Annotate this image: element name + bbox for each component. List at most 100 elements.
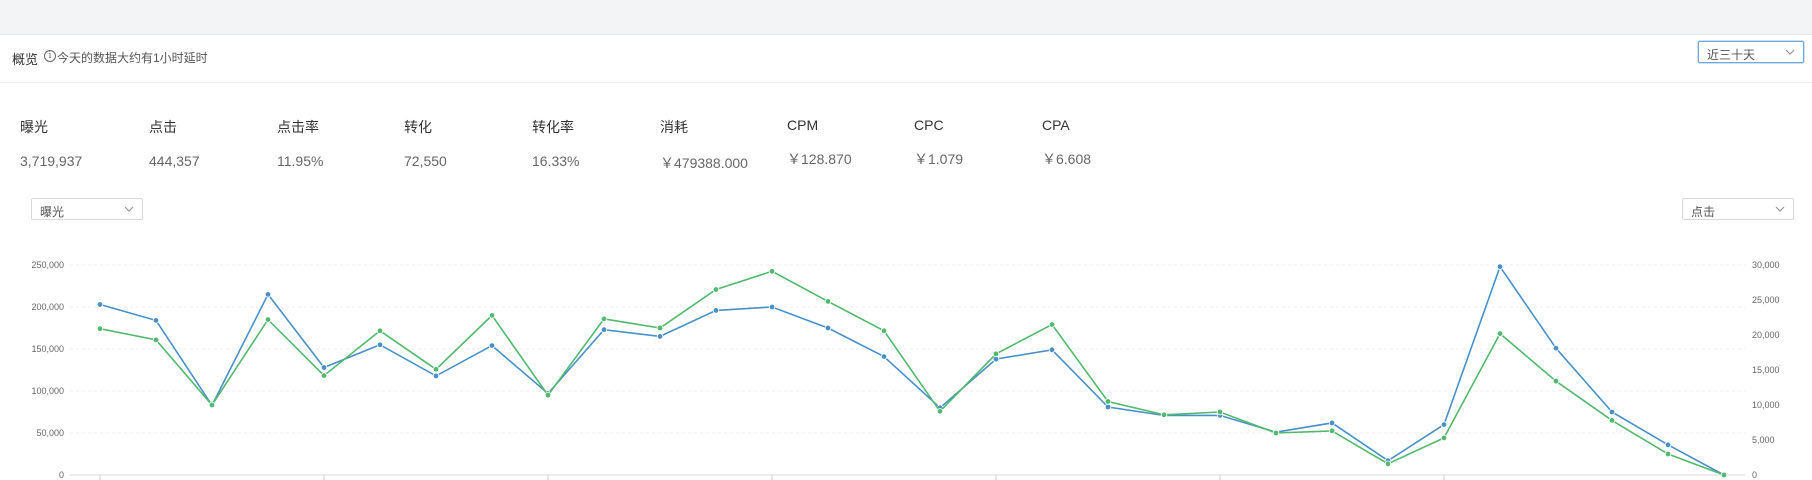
chevron-down-icon (124, 202, 134, 219)
metric-value: 444,357 (149, 153, 200, 169)
y-left-tick-label: 0 (59, 470, 64, 480)
y-left-tick-label: 50,000 (36, 428, 64, 438)
y-right-tick-label: 5,000 (1752, 435, 1775, 445)
info-icon: i (44, 50, 56, 62)
series-1-point (1440, 421, 1448, 428)
metric-label: 点击 (149, 119, 177, 135)
y-right-tick-label: 30,000 (1752, 260, 1780, 270)
series-2-point (1104, 398, 1112, 405)
trend-line-chart: 0 50,000 100,000 150,000 200,000 250,000 0 5,00… (31, 260, 1780, 480)
series-1-point (152, 317, 160, 324)
series-2-point (96, 325, 104, 332)
metric-label: CPC (914, 117, 944, 133)
metric-cpc: CPC ￥1.079 (914, 117, 963, 169)
series-1-point (1104, 403, 1112, 411)
series-2-point (656, 324, 664, 332)
series-2-point (488, 312, 496, 319)
metric-value: 3,719,937 (20, 153, 83, 169)
right-metric-select-value: 点击 (1691, 205, 1716, 219)
metric-impressions: 曝光 3,719,937 (20, 117, 82, 169)
series-1-point (1608, 408, 1616, 416)
series-2-point (1496, 330, 1504, 337)
series-1-point (376, 341, 384, 348)
y-left-tick-label: 100,000 (31, 386, 64, 396)
series-2-point (1048, 321, 1056, 328)
series-1-point (712, 307, 720, 314)
y-right-tick-label: 0 (1752, 470, 1757, 480)
metric-label: 转化 (404, 119, 432, 135)
metric-value: ￥6.608 (1042, 151, 1092, 167)
y-right-tick-label: 10,000 (1752, 400, 1780, 410)
metric-label: 曝光 (20, 119, 48, 135)
series-1-point (96, 301, 104, 308)
series-1-point (600, 326, 608, 333)
delay-note: 今天的数据大约有1小时延时 (57, 51, 208, 65)
y-right-tick-label: 20,000 (1752, 330, 1780, 340)
series-2-point (1440, 434, 1448, 442)
series-2-point (376, 327, 384, 334)
left-metric-select[interactable]: 曝光 (31, 198, 143, 220)
series-1-point (1048, 346, 1056, 353)
chevron-down-icon (1785, 45, 1795, 62)
series-2-point (880, 327, 888, 334)
metric-value: ￥479388.000 (660, 155, 748, 171)
series-2-point (1608, 417, 1616, 424)
metric-ctr: 点击率 11.95% (277, 117, 323, 169)
series-1-point (488, 342, 496, 349)
series-2-point (1160, 411, 1168, 418)
series-2-point (1552, 377, 1560, 385)
series-2-point (264, 316, 272, 323)
y-right-tick-label: 25,000 (1752, 295, 1780, 305)
series-1-point (264, 291, 272, 298)
top-bar (0, 0, 1812, 35)
metric-label: CPA (1042, 117, 1070, 133)
series-2-point (1384, 460, 1392, 467)
series-2-point (152, 336, 160, 344)
y-left-tick-label: 200,000 (31, 302, 64, 312)
series-1-point (992, 355, 1000, 363)
series-1-point (880, 353, 888, 360)
y-left-tick-label: 150,000 (31, 344, 64, 354)
series-2-point (320, 372, 328, 379)
series-2-point (432, 366, 440, 373)
metric-conversions: 转化 72,550 (404, 117, 447, 169)
overview-header: 概览 i 今天的数据大约有1小时延时 近三十天 (0, 35, 1812, 83)
metric-cost: 消耗 ￥479388.000 (660, 117, 748, 173)
series-1-point (1552, 344, 1560, 352)
series-2-point (1664, 450, 1672, 458)
series-2-point (712, 286, 720, 293)
series-2-point (1272, 429, 1280, 437)
series-2-point (824, 298, 832, 305)
series-1-point (1496, 263, 1504, 270)
right-metric-select[interactable]: 点击 (1682, 198, 1794, 220)
metric-label: 转化率 (532, 119, 574, 135)
metric-cpa: CPA ￥6.608 (1042, 117, 1091, 169)
metric-value: ￥1.079 (914, 151, 964, 167)
series-1-point (768, 303, 776, 311)
series-2-point (208, 401, 216, 409)
date-range-select[interactable]: 近三十天 (1698, 41, 1804, 63)
metric-label: CPM (787, 117, 819, 133)
metric-clicks: 点击 444,357 (149, 117, 200, 169)
y-right-tick-label: 15,000 (1752, 365, 1780, 375)
series-2-point (600, 315, 608, 323)
series-1-point (656, 333, 664, 340)
metric-cpm: CPM ￥128.870 (787, 117, 852, 169)
y-left-tick-label: 250,000 (31, 260, 64, 270)
metric-cvr: 转化率 16.33% (532, 117, 579, 169)
series-2-point (992, 350, 1000, 358)
date-range-select-value: 近三十天 (1707, 48, 1756, 62)
series-1-point (432, 372, 440, 380)
series-2-point (544, 391, 552, 399)
left-metric-select-value: 曝光 (40, 205, 65, 219)
series-2-point (1328, 427, 1336, 435)
series-2-point (936, 408, 944, 415)
series-1-point (1664, 441, 1672, 448)
metric-label: 点击率 (277, 119, 319, 135)
series-1-point (824, 324, 832, 332)
series-2-point (768, 268, 776, 275)
metric-label: 消耗 (660, 119, 688, 135)
series-2-point (1216, 408, 1224, 416)
chevron-down-icon (1775, 202, 1785, 219)
series-1-point (1328, 419, 1336, 427)
